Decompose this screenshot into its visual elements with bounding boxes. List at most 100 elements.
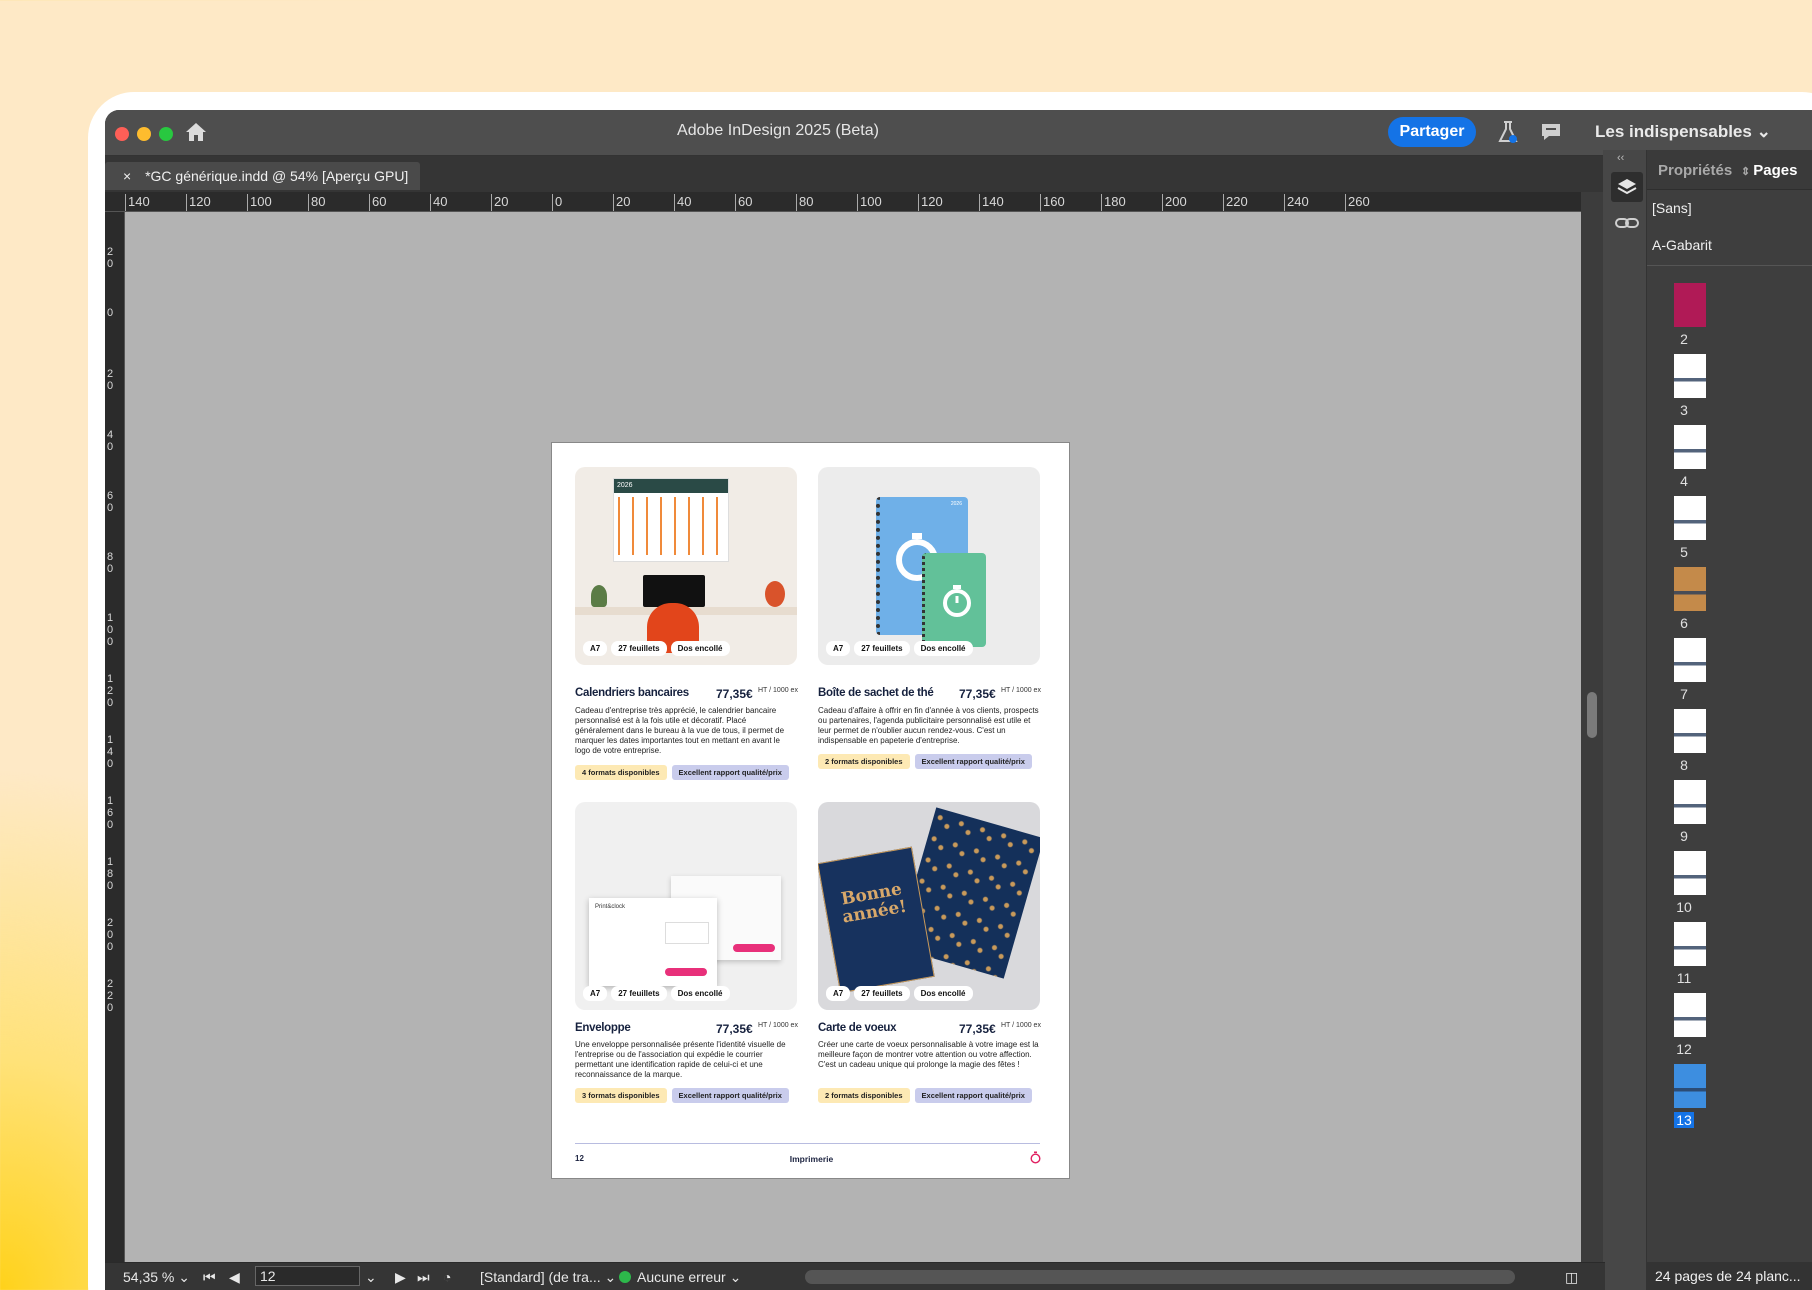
flask-icon[interactable] bbox=[1497, 120, 1519, 144]
green-notebook bbox=[922, 553, 986, 647]
ruler-tick-label: 100 bbox=[247, 194, 272, 211]
calendar-product-image[interactable]: 2026 A7 27 feuillets Dos encollé bbox=[575, 467, 797, 665]
page-thumbnail[interactable] bbox=[1674, 709, 1706, 753]
ruler-tick-label: 2 0 0 bbox=[107, 917, 114, 953]
product-description: Créer une carte de voeux personnalisable… bbox=[818, 1040, 1039, 1069]
pasteboard[interactable]: 2026 A7 27 feuillets Dos encollé 2026 A7… bbox=[125, 212, 1581, 1262]
page-thumbnail-number: 11 bbox=[1676, 970, 1692, 986]
page-thumbnail-number: 8 bbox=[1680, 757, 1688, 773]
tab-pages-label: Pages bbox=[1753, 162, 1798, 179]
ruler-tick-label: 1 0 0 bbox=[107, 612, 114, 648]
chevron-down-icon: ⌄ bbox=[1756, 122, 1771, 141]
tab-pages[interactable]: ⇕ Pages bbox=[1741, 162, 1797, 179]
ruler-tick-label: 1 4 0 bbox=[107, 734, 114, 770]
page-thumbnail-number: 12 bbox=[1676, 1041, 1692, 1057]
chevron-down-icon: ⌄ bbox=[729, 1269, 742, 1285]
greeting-card-product-image[interactable]: Bonne année! A7 27 feuillets Dos encollé bbox=[818, 802, 1040, 1010]
tea-box-product-image[interactable]: 2026 A7 27 feuillets Dos encollé bbox=[818, 467, 1040, 665]
ruler-tick-label: 140 bbox=[125, 194, 150, 211]
badge: A7 bbox=[583, 986, 608, 1001]
price-unit: HT / 1000 ex bbox=[758, 1022, 798, 1029]
product-title: Carte de voeux bbox=[818, 1022, 897, 1034]
master-a-gabarit[interactable]: A-Gabarit bbox=[1652, 237, 1712, 253]
previous-page-icon[interactable]: ◀ bbox=[229, 1269, 240, 1286]
preflight-profile[interactable]: [Standard] (de tra... ⌄ bbox=[480, 1269, 616, 1286]
product-description: Une enveloppe personnalisée présente l'i… bbox=[575, 1040, 786, 1079]
ruler-tick-label: 1 8 0 bbox=[107, 856, 114, 892]
collapse-panels-icon[interactable]: ‹‹ bbox=[1617, 152, 1624, 164]
page-thumbnail[interactable] bbox=[1674, 780, 1706, 824]
panel-divider bbox=[1647, 265, 1812, 266]
ruler-tick-label: 0 bbox=[107, 307, 114, 319]
card-front: Bonne année! bbox=[818, 846, 935, 994]
ruler-tick-label: 140 bbox=[979, 194, 1004, 211]
product-title: Boîte de sachet de thé bbox=[818, 687, 934, 699]
ruler-tick-label: 260 bbox=[1345, 194, 1370, 211]
share-button[interactable]: Partager bbox=[1388, 117, 1476, 147]
page-thumbnail[interactable] bbox=[1674, 922, 1706, 966]
page-thumbnail[interactable] bbox=[1674, 1064, 1706, 1108]
page-thumbnail[interactable] bbox=[1674, 851, 1706, 895]
ruler-tick-label: 4 0 bbox=[107, 429, 114, 453]
page-thumbnail-number: 13 bbox=[1674, 1112, 1694, 1128]
horizontal-ruler[interactable]: 140 120 100 80 60 40 20 0 20 40 60 80 100 120 140 160 18… bbox=[105, 192, 1581, 212]
last-page-icon[interactable]: ⏭ bbox=[417, 1269, 430, 1286]
vertical-scrollbar[interactable] bbox=[1581, 192, 1603, 1262]
ruler-tick-label: 6 0 bbox=[107, 490, 114, 514]
envelope-product-image[interactable]: Print&clock A7 27 feuillets Dos encollé bbox=[575, 802, 797, 1010]
close-tab-icon[interactable]: × bbox=[123, 168, 131, 184]
ruler-tick-label: 1 6 0 bbox=[107, 795, 114, 831]
ruler-tick-label: 180 bbox=[1101, 194, 1126, 211]
ruler-tick-label: 200 bbox=[1162, 194, 1187, 211]
zoom-field[interactable]: 54,35 % ⌄ bbox=[123, 1269, 190, 1286]
next-page-icon[interactable]: ▶ bbox=[395, 1269, 406, 1286]
scroll-thumb[interactable] bbox=[1587, 692, 1597, 738]
page-thumbnail[interactable] bbox=[1674, 638, 1706, 682]
page-dropdown-icon[interactable]: ⌄ bbox=[365, 1269, 377, 1286]
document-tab[interactable]: × *GC générique.indd @ 54% [Aperçu GPU] bbox=[105, 162, 420, 190]
badge: 27 feuillets bbox=[854, 641, 910, 656]
workspace-label: Les indispensables bbox=[1595, 122, 1752, 141]
page-thumbnail[interactable] bbox=[1674, 993, 1706, 1037]
tab-properties[interactable]: Propriétés bbox=[1658, 162, 1732, 179]
badge: Dos encollé bbox=[913, 986, 973, 1001]
document-tab-label: *GC générique.indd @ 54% [Aperçu GPU] bbox=[145, 168, 409, 184]
error-status[interactable]: Aucune erreur ⌄ bbox=[637, 1269, 741, 1286]
first-page-icon[interactable]: ⏮ bbox=[203, 1269, 216, 1286]
page-thumbnail-number: 5 bbox=[1680, 544, 1688, 560]
product-price: 77,35€ bbox=[716, 687, 753, 701]
badge: A7 bbox=[826, 641, 851, 656]
badge: 27 feuillets bbox=[611, 986, 667, 1001]
links-icon[interactable] bbox=[1615, 216, 1639, 230]
page-thumbnail[interactable] bbox=[1674, 496, 1706, 540]
ruler-tick-label: 220 bbox=[1223, 194, 1248, 211]
product-description: Cadeau d'entreprise très apprécié, le ca… bbox=[575, 706, 785, 755]
ruler-tick-label: 1 2 0 bbox=[107, 673, 114, 709]
status-bar: 54,35 % ⌄ ⏮ ◀ 12 ⌄ ▶ ⏭ ◔ [Standard] (de … bbox=[105, 1262, 1605, 1290]
page-thumbnail[interactable] bbox=[1674, 425, 1706, 469]
ruler-tick-label: 2 2 0 bbox=[107, 978, 114, 1014]
ruler-tick-label: 0 bbox=[552, 194, 562, 211]
page-number-field[interactable]: 12 bbox=[255, 1266, 360, 1286]
notebook-year: 2026 bbox=[950, 501, 962, 507]
value-chip: Excellent rapport qualité/prix bbox=[671, 765, 789, 780]
ruler-tick-label: 120 bbox=[918, 194, 943, 211]
document-page[interactable]: 2026 A7 27 feuillets Dos encollé 2026 A7… bbox=[551, 442, 1070, 1179]
page-thumbnail[interactable] bbox=[1674, 354, 1706, 398]
badge: 27 feuillets bbox=[854, 986, 910, 1001]
price-unit: HT / 1000 ex bbox=[1001, 687, 1041, 694]
formats-chip: 4 formats disponibles bbox=[575, 765, 667, 780]
badge: 27 feuillets bbox=[611, 641, 667, 656]
page-thumbnail[interactable] bbox=[1674, 567, 1706, 611]
page-thumbnail[interactable] bbox=[1674, 283, 1706, 327]
split-view-icon[interactable]: ◫ bbox=[1565, 1269, 1578, 1286]
document-tab-bar: × *GC générique.indd @ 54% [Aperçu GPU] bbox=[105, 156, 1605, 196]
comment-icon[interactable] bbox=[1540, 122, 1562, 142]
horizontal-scrollbar[interactable] bbox=[805, 1270, 1515, 1284]
preflight-icon[interactable]: ◔ bbox=[443, 1269, 451, 1285]
chevron-down-icon: ⌄ bbox=[178, 1269, 190, 1285]
vertical-ruler[interactable]: 2 0 0 2 0 4 0 6 0 8 0 1 0 0 1 2 0 1 4 0 1 6 0 1 8 … bbox=[105, 212, 125, 1262]
workspace-switcher[interactable]: Les indispensables ⌄ bbox=[1595, 122, 1771, 142]
layers-panel-button[interactable] bbox=[1611, 172, 1643, 202]
master-none[interactable]: [Sans] bbox=[1652, 200, 1692, 216]
